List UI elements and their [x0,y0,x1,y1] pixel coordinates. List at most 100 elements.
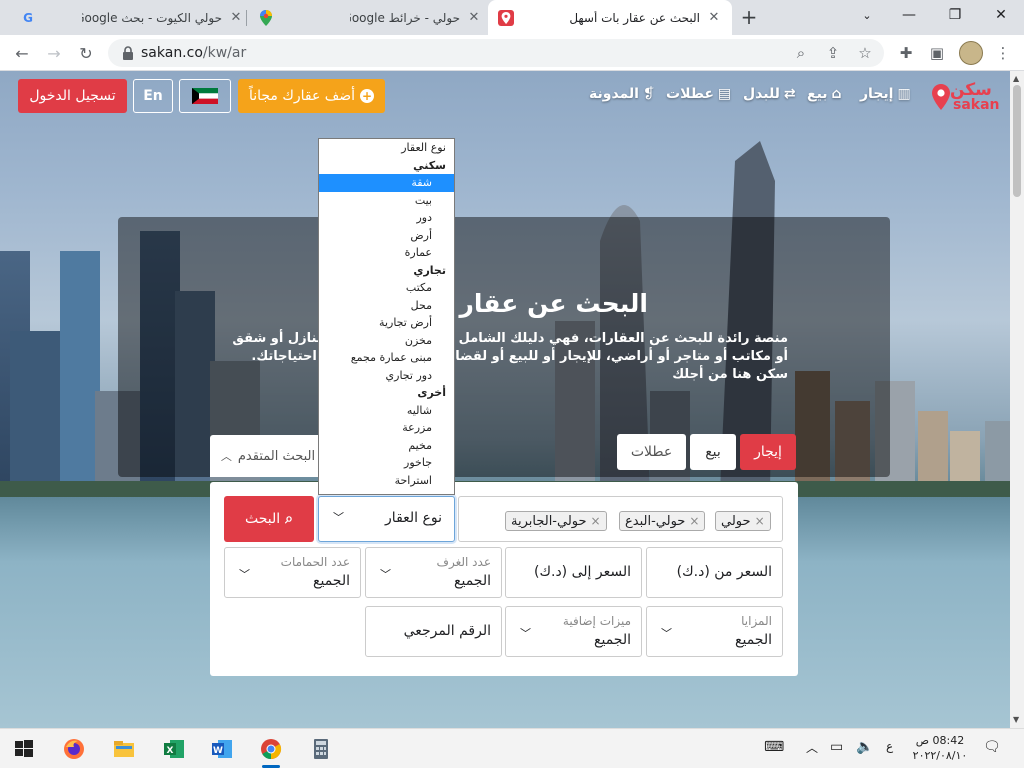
dropdown-option[interactable]: أرض تجارية [319,314,454,332]
advanced-search-toggle[interactable]: البحث المتقدم ︿ [210,435,326,477]
dropdown-group-label: أخرى [417,386,446,399]
chevron-down-icon: ﹀ [380,568,391,581]
zoom-icon[interactable]: ⌕ [792,44,810,62]
location-input[interactable]: × حولي × حولي-البدع × حولي-الجابرية [458,496,783,542]
close-window-button[interactable]: ✕ [978,0,1024,30]
dropdown-option[interactable]: دور [319,209,454,227]
file-explorer-icon[interactable] [112,737,136,761]
dropdown-option[interactable]: دور تجاري [319,367,454,385]
back-button[interactable]: ← [9,40,35,66]
dropdown-option[interactable]: مزرعة [319,419,454,437]
scrollbar-thumb[interactable] [1013,85,1021,197]
extras-select[interactable]: ميزات إضافية الجميع ﹀ [505,606,642,657]
dropdown-option[interactable]: جاخور [319,454,454,472]
dropdown-option[interactable]: استراحة [319,472,454,490]
search-tab-holidays[interactable]: عطلات [617,434,686,470]
close-icon[interactable]: ✕ [704,10,724,25]
browser-toolbar: ← → ↻ sakan.co/kw/ar ⌕ ⇪ ☆ ✚ ▣ ⋮ [0,35,1024,71]
remove-chip-icon[interactable]: × [689,514,699,528]
add-property-button[interactable]: + أضف عقارك مجاناً [238,79,385,113]
page-scrollbar[interactable]: ▲ ▼ [1010,71,1024,728]
dropdown-option[interactable]: مكتب [319,279,454,297]
nav-exchange[interactable]: ⇄ للبدل [743,86,796,102]
dropdown-option[interactable]: مخزن [319,332,454,350]
share-icon[interactable]: ⇪ [824,44,842,62]
search-tab-rent[interactable]: إيجار [740,434,796,470]
bookmark-star-icon[interactable]: ☆ [856,44,874,62]
profile-avatar[interactable] [959,41,983,65]
site-logo[interactable]: سكن sakan [928,80,1000,114]
minimize-button[interactable]: — [886,0,932,30]
dropdown-option[interactable]: شاليه [319,402,454,420]
dropdown-option[interactable]: مخيم [319,437,454,455]
dropdown-option[interactable]: بيت [319,192,454,210]
rooms-select[interactable]: عدد الغرف الجميع ﹀ [365,547,502,598]
location-chip[interactable]: × حولي [715,511,771,531]
browser-tab-google-search[interactable]: G حولي الكيوت - بحث Google ✕ [8,0,244,35]
input-language[interactable]: ع [886,739,893,753]
close-icon[interactable]: ✕ [226,10,246,25]
property-type-select[interactable]: نوع العقار ﹀ [318,496,455,542]
property-type-dropdown[interactable]: نوع العقار سكني شقة بيت دور أرض عمارة تجاري مكتب… [318,138,455,495]
search-button[interactable]: ⌕ البحث [224,496,314,542]
network-icon[interactable]: ▭ [830,739,843,755]
browser-tab-google-maps[interactable]: حولي - خرائط Google ✕ [250,0,486,35]
reload-button[interactable]: ↻ [73,40,99,66]
search-tab-sale[interactable]: بيع [690,434,736,470]
address-bar[interactable]: sakan.co/kw/ar ⌕ ⇪ ☆ [108,39,884,67]
remove-chip-icon[interactable]: × [755,514,765,528]
dropdown-option[interactable]: نوع العقار [319,139,454,157]
clock[interactable]: 08:42 ص ٢٠٢٢/٠٨/١٠ [912,733,968,763]
nav-sale[interactable]: ⌂ بيع [807,86,842,102]
dropdown-option[interactable]: عمارة [319,244,454,262]
calculator-icon[interactable] [309,737,333,761]
price-to-placeholder: السعر إلى (د.ك) [534,564,631,580]
scroll-up-arrow-icon[interactable]: ▲ [1013,74,1019,83]
hero-description: منصة رائدة للبحث عن العقارات، فهي دليلك … [232,331,788,382]
dropdown-option[interactable]: شقة [319,174,454,192]
word-icon[interactable]: W [210,737,234,761]
tab-title: البحث عن عقار بات أسهل [570,10,700,25]
nav-rent[interactable]: ▥ إيجار [860,86,911,102]
price-to-input[interactable]: السعر إلى (د.ك) [505,547,642,598]
show-hidden-icons-icon[interactable]: ︿ [806,739,818,756]
notification-center-icon[interactable]: 🗨 [983,739,1001,755]
chrome-icon[interactable] [259,737,283,761]
baths-select[interactable]: عدد الحمامات الجميع ﹀ [224,547,361,598]
side-panel-icon[interactable]: ▣ [926,42,948,64]
remove-chip-icon[interactable]: × [591,514,601,528]
excel-icon[interactable]: X [162,737,186,761]
price-from-placeholder: السعر من (د.ك) [676,564,772,580]
login-button[interactable]: تسجيل الدخول [18,79,127,113]
dropdown-option[interactable]: مبنى عمارة مجمع [319,349,454,367]
forward-button[interactable]: → [41,40,67,66]
location-chip[interactable]: × حولي-البدع [619,511,706,531]
tab-search-chevron-icon[interactable]: ⌄ [844,0,890,30]
nav-blog[interactable]: ❡ المدونة [589,86,655,102]
home-icon: ⌂ [831,86,842,102]
scroll-down-arrow-icon[interactable]: ▼ [1013,715,1019,724]
nav-holidays[interactable]: ▤ عطلات [666,86,731,102]
svg-text:X: X [167,746,174,756]
features-select[interactable]: المزايا الجميع ﹀ [646,606,783,657]
country-flag-button[interactable] [179,79,231,113]
browser-tab-sakan[interactable]: البحث عن عقار بات أسهل ✕ [488,0,732,35]
extensions-icon[interactable]: ✚ [895,42,917,64]
price-from-input[interactable]: السعر من (د.ك) [646,547,783,598]
language-button[interactable]: En [133,79,173,113]
reference-number-input[interactable]: الرقم المرجعي [365,606,502,657]
dropdown-option[interactable]: محل [319,297,454,315]
close-icon[interactable]: ✕ [464,10,484,25]
chevron-down-icon: ﹀ [239,568,250,581]
logo-text-en: sakan [953,97,1000,113]
menu-icon[interactable]: ⋮ [992,42,1014,64]
volume-icon[interactable]: 🔈 [856,739,873,755]
restore-button[interactable]: ❐ [932,0,978,30]
keyboard-icon[interactable]: ⌨ [764,739,784,755]
location-chip[interactable]: × حولي-الجابرية [505,511,607,531]
windows-start-icon[interactable] [12,737,36,761]
dropdown-option[interactable]: أرض [319,227,454,245]
new-tab-button[interactable]: + [738,6,760,28]
extras-value: الجميع [594,632,631,648]
firefox-icon[interactable] [62,737,86,761]
